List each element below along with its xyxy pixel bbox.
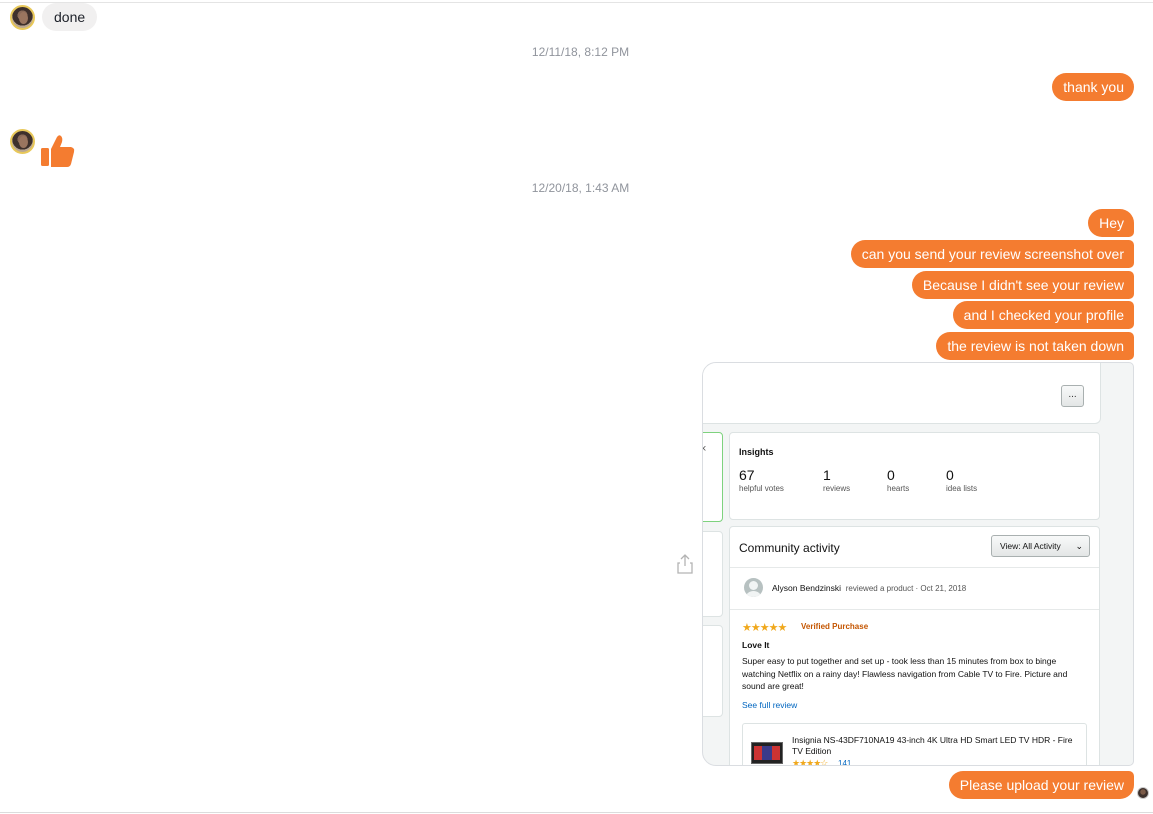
contact-avatar[interactable] [10, 5, 35, 30]
left-card: × [703, 432, 723, 522]
view-select: View: All Activity ⌄ [991, 535, 1090, 557]
share-icon[interactable] [677, 554, 693, 574]
product-image [751, 742, 783, 764]
chevron-down-icon: ⌄ [1075, 541, 1083, 551]
product-card: Insignia NS-43DF710NA19 43-inch 4K Ultra… [742, 723, 1087, 766]
community-activity-card: Community activity View: All Activity ⌄ A… [729, 526, 1100, 766]
thumbs-up-icon[interactable] [40, 133, 76, 169]
incoming-message[interactable]: done [42, 3, 98, 31]
divider [730, 609, 1099, 610]
left-card [703, 531, 723, 617]
product-stars: ★★★★☆ [792, 758, 828, 766]
product-rating-count: 141 [838, 759, 852, 766]
stat-idea-lists: 0 idea lists [946, 467, 978, 493]
review-title: Love It [742, 640, 770, 650]
rating-stars: ★★★★★ [742, 622, 787, 634]
community-title: Community activity [739, 541, 840, 555]
see-full-review-link: See full review [742, 700, 798, 710]
reviewer-avatar [744, 578, 763, 597]
product-name: Insignia NS-43DF710NA19 43-inch 4K Ultra… [792, 735, 1073, 756]
outgoing-message[interactable]: thank you [1052, 73, 1134, 101]
verified-badge: Verified Purchase [801, 622, 869, 631]
outgoing-message[interactable]: Hey [1088, 209, 1134, 237]
close-icon: × [703, 443, 706, 455]
outgoing-message[interactable]: the review is not taken down [936, 332, 1134, 360]
more-options-button: ... [1061, 385, 1084, 407]
attached-screenshot-image[interactable]: ... × Insights 67 helpful votes 1 review… [702, 362, 1134, 766]
insights-title: Insights [739, 447, 774, 457]
stat-hearts: 0 hearts [887, 467, 910, 493]
outgoing-message[interactable]: Please upload your review [948, 771, 1134, 799]
timestamp: 12/11/18, 8:12 PM [531, 45, 630, 59]
left-card [703, 625, 723, 717]
top-divider [0, 2, 1153, 3]
bottom-divider [0, 812, 1153, 813]
profile-header-card: ... [703, 363, 1101, 424]
insights-card: Insights 67 helpful votes 1 reviews 0 he… [729, 432, 1100, 520]
reviewer-line: Alyson Bendzinski reviewed a product · O… [772, 583, 967, 593]
review-body: Super easy to put together and set up - … [742, 656, 1068, 691]
outgoing-message[interactable]: Because I didn't see your review [911, 271, 1134, 299]
divider [730, 567, 1099, 568]
outgoing-message[interactable]: and I checked your profile [952, 301, 1134, 329]
timestamp: 12/20/18, 1:43 AM [531, 181, 630, 195]
outgoing-message[interactable]: can you send your review screenshot over [850, 240, 1134, 268]
stat-reviews: 1 reviews [823, 467, 851, 493]
read-receipt-avatar [1137, 787, 1149, 799]
stat-helpful-votes: 67 helpful votes [739, 467, 784, 493]
contact-avatar[interactable] [10, 129, 35, 154]
